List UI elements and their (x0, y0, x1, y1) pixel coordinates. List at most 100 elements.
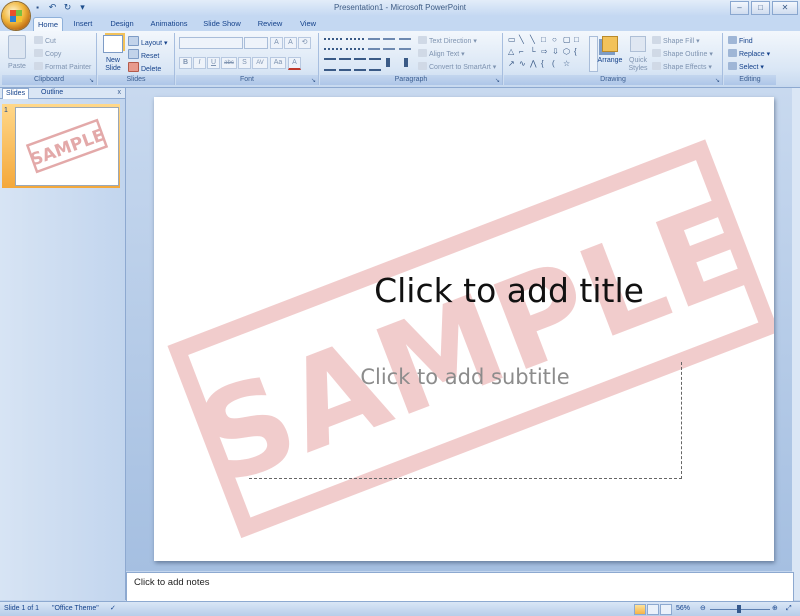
delete-slide-button[interactable]: Delete (128, 62, 161, 75)
close-pane-icon[interactable]: x (118, 88, 122, 98)
numbering-icon[interactable] (346, 38, 364, 50)
align-center-icon[interactable] (339, 58, 351, 71)
drawing-dialog-launcher-icon[interactable]: ↘ (715, 77, 720, 84)
minimize-button[interactable]: – (730, 1, 749, 15)
spell-check-icon[interactable]: ✓ (110, 604, 116, 614)
close-button[interactable]: ✕ (772, 1, 798, 15)
select-button[interactable]: Select ▾ (728, 62, 764, 73)
line-spacing-icon[interactable] (399, 38, 411, 50)
star-shape-icon[interactable]: ☆ (563, 60, 570, 68)
subtitle-placeholder[interactable]: Click to add subtitle (249, 362, 682, 479)
new-slide-button[interactable]: New Slide (100, 35, 126, 73)
shape-outline-button[interactable]: Shape Outline ▾ (652, 49, 713, 60)
connector-shape-icon[interactable]: ⌐ (519, 48, 524, 56)
slide-thumbnail[interactable]: SAMPLE (15, 107, 119, 186)
rounded-rectangle-shape-icon[interactable]: ▢ (563, 36, 571, 44)
find-button[interactable]: Find (728, 36, 753, 47)
align-right-icon[interactable] (354, 58, 366, 71)
font-dialog-launcher-icon[interactable]: ↘ (311, 77, 316, 84)
slides-label: Slides (98, 75, 174, 85)
replace-button[interactable]: Replace ▾ (728, 49, 770, 60)
maximize-button[interactable]: □ (751, 1, 770, 15)
slide-show-view-button[interactable] (660, 604, 672, 615)
oval-shape-icon[interactable]: ○ (552, 36, 557, 44)
brace-shape-icon[interactable]: { (541, 60, 544, 68)
shape-effects-button[interactable]: Shape Effects ▾ (652, 62, 712, 73)
elbow-connector-shape-icon[interactable]: └ (530, 48, 536, 56)
format-painter-button[interactable]: Format Painter (34, 62, 91, 73)
down-arrow-shape-icon[interactable]: ⇩ (552, 48, 559, 56)
slide-canvas[interactable]: SAMPLE Click to add title Click to add s… (154, 97, 774, 561)
zoom-slider-thumb[interactable] (737, 605, 741, 613)
tab-slide-show[interactable]: Slide Show (198, 17, 246, 30)
tab-slides[interactable]: Slides (2, 88, 30, 99)
slide-sorter-view-button[interactable] (647, 604, 659, 615)
grow-font-button[interactable]: A (270, 37, 283, 49)
curve-shape-icon[interactable]: ∿ (519, 60, 526, 68)
copy-button[interactable]: Copy (34, 49, 61, 60)
columns-icon[interactable] (386, 58, 408, 67)
tab-animations[interactable]: Animations (144, 17, 194, 30)
underline-button[interactable]: U (207, 57, 220, 69)
dialog-launcher-icon[interactable]: ↘ (89, 77, 94, 84)
tab-insert[interactable]: Insert (66, 17, 100, 30)
italic-button[interactable]: I (193, 57, 206, 69)
subtitle-placeholder-text[interactable]: Click to add subtitle (249, 365, 681, 389)
paragraph-dialog-launcher-icon[interactable]: ↘ (495, 77, 500, 84)
font-color-button[interactable]: A (288, 57, 301, 70)
shape-fill-button[interactable]: Shape Fill ▾ (652, 36, 700, 47)
hexagon-shape-icon[interactable]: ⬡ (563, 48, 570, 56)
cut-button[interactable]: Cut (34, 36, 56, 47)
change-case-button[interactable]: Aa (270, 57, 286, 69)
vertical-scrollbar[interactable] (792, 88, 800, 600)
triangle-shape-icon[interactable]: △ (508, 48, 514, 56)
bold-button[interactable]: B (179, 57, 192, 69)
paste-button[interactable]: Paste (4, 35, 30, 71)
align-left-icon[interactable] (324, 58, 336, 71)
font-name-combo[interactable] (179, 37, 243, 49)
rectangle-shape-icon[interactable]: □ (541, 36, 546, 44)
text-direction-button[interactable]: Text Direction ▾ (418, 36, 477, 47)
justify-icon[interactable] (369, 58, 381, 71)
line-shape-icon[interactable]: ╲ (519, 36, 524, 44)
zoom-in-icon[interactable]: ⊕ (772, 604, 778, 614)
freeform-shape-icon[interactable]: ↗ (508, 60, 515, 68)
zigzag-shape-icon[interactable]: ⋀ (530, 60, 537, 68)
shapes-gallery[interactable]: ▭ ╲ ╲ □ ○ ▢ □ △ ⌐ └ ⇨ ⇩ ⬡ { ↗ ∿ ⋀ { ( ☆ (508, 36, 588, 72)
line-shape-icon[interactable]: ╲ (530, 36, 535, 44)
text-shadow-button[interactable]: S (238, 57, 251, 69)
tab-view[interactable]: View (294, 17, 322, 30)
clear-formatting-button[interactable]: ⟲ (298, 37, 311, 49)
brace-shape-icon[interactable]: { (574, 48, 577, 56)
office-button[interactable] (2, 2, 30, 30)
convert-smartart-button[interactable]: Convert to SmartArt ▾ (418, 62, 496, 73)
tab-home[interactable]: Home (33, 17, 63, 31)
quick-styles-button[interactable]: Quick Styles (625, 36, 651, 73)
text-box-shape-icon[interactable]: ▭ (508, 36, 516, 44)
bracket-shape-icon[interactable]: ( (552, 60, 555, 68)
strikethrough-button[interactable]: abc (221, 57, 237, 69)
title-placeholder[interactable]: Click to add title (244, 249, 774, 349)
notes-placeholder[interactable]: Click to add notes (134, 577, 210, 588)
reset-button[interactable]: Reset (128, 49, 159, 62)
layout-button[interactable]: Layout ▾ (128, 36, 168, 49)
arrange-button[interactable]: Arrange (597, 36, 623, 65)
notes-pane[interactable]: Click to add notes (126, 572, 794, 602)
tab-outline[interactable]: Outline (38, 88, 66, 98)
tab-design[interactable]: Design (104, 17, 140, 30)
right-arrow-shape-icon[interactable]: ⇨ (541, 48, 548, 56)
increase-indent-icon[interactable] (383, 38, 395, 50)
fit-to-window-icon[interactable]: ⤢ (786, 604, 792, 614)
zoom-level[interactable]: 56% (676, 604, 690, 614)
shrink-font-button[interactable]: A (284, 37, 297, 49)
normal-view-button[interactable] (634, 604, 646, 615)
align-text-button[interactable]: Align Text ▾ (418, 49, 465, 60)
title-placeholder-text[interactable]: Click to add title (244, 271, 774, 310)
decrease-indent-icon[interactable] (368, 38, 380, 50)
tab-review[interactable]: Review (250, 17, 290, 30)
zoom-out-icon[interactable]: ⊖ (700, 604, 706, 614)
font-size-combo[interactable] (244, 37, 268, 49)
bullets-icon[interactable] (324, 38, 342, 50)
character-spacing-button[interactable]: AV (252, 57, 268, 69)
rectangle-shape-icon[interactable]: □ (574, 36, 579, 44)
